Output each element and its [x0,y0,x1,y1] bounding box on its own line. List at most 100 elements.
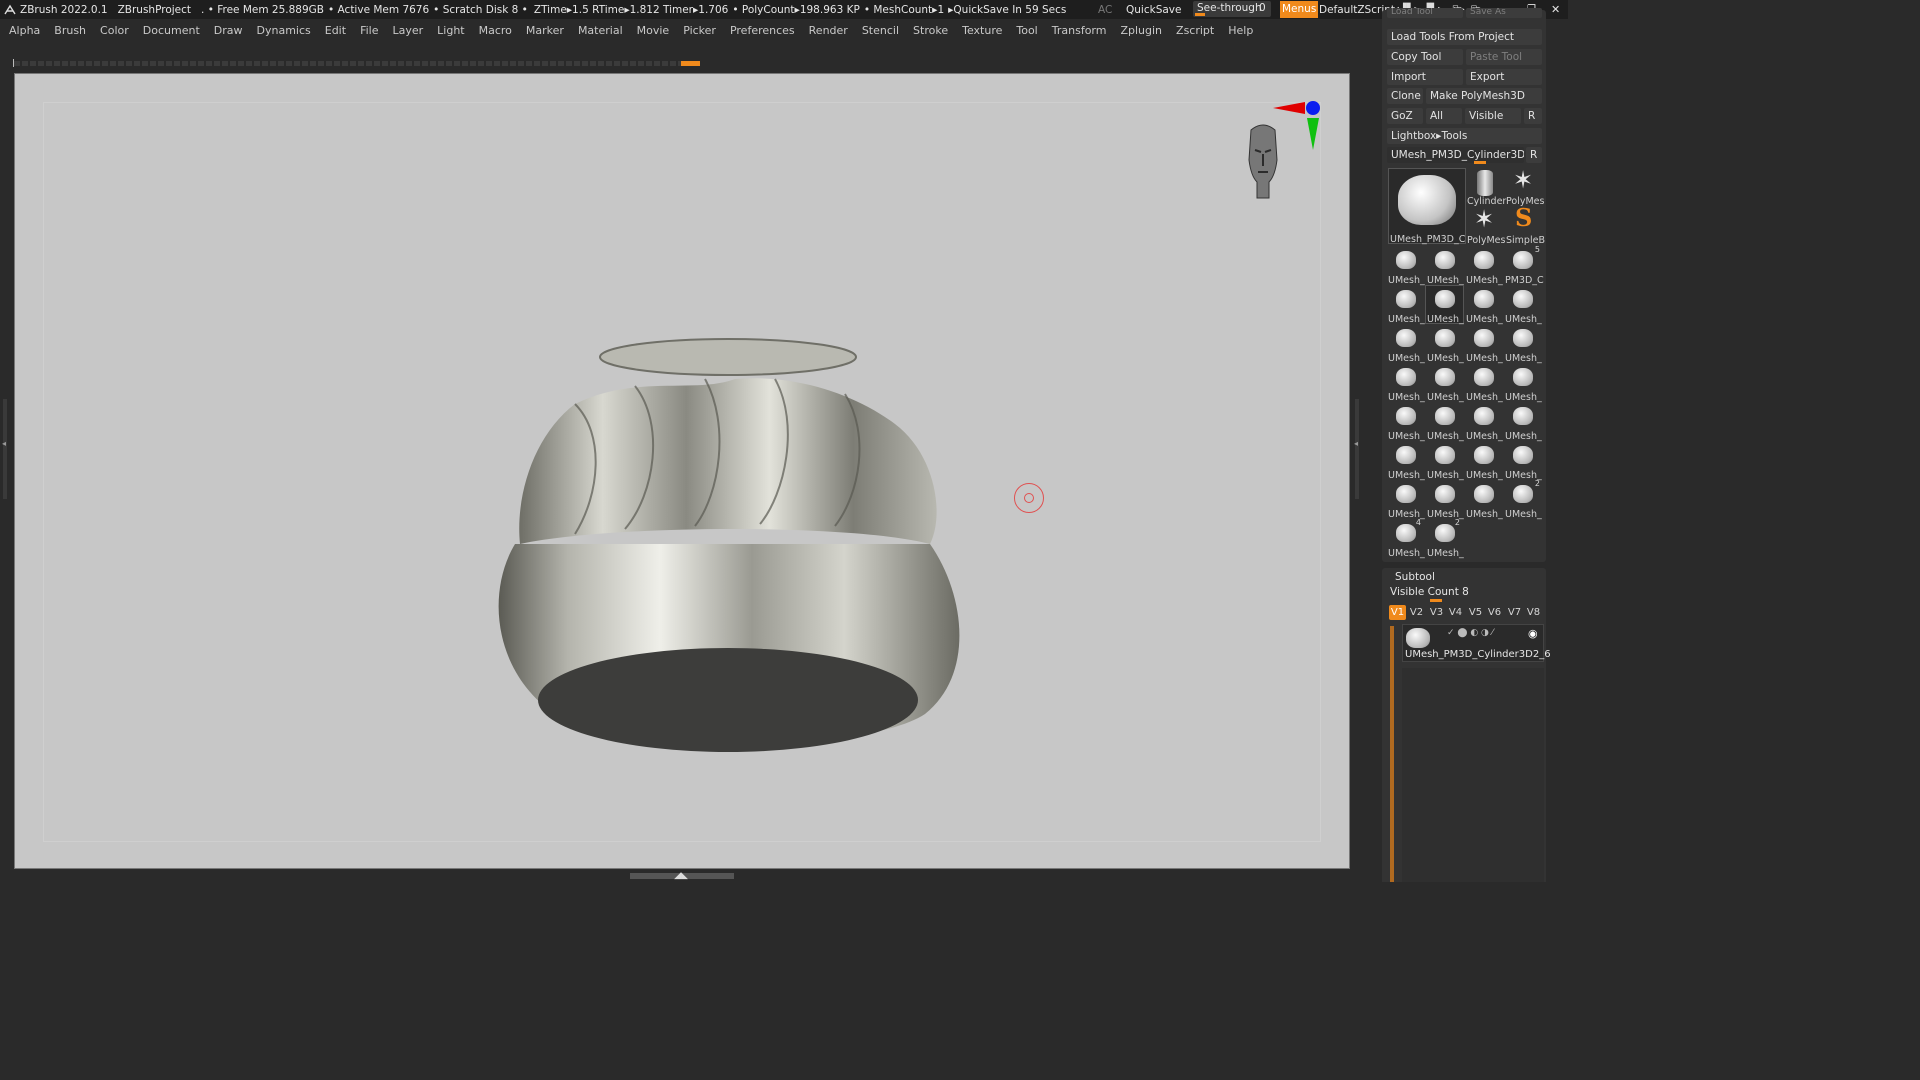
menu-alpha[interactable]: Alpha [0,24,47,37]
tool-thumb[interactable]: UMesh_ [1387,286,1425,325]
current-tool-name[interactable]: UMesh_PM3D_Cylinder3D2_6 [1387,147,1524,163]
tool-thumb[interactable]: UMesh_ [1387,442,1425,481]
see-through-slider[interactable]: See-through 0 [1193,1,1271,17]
menu-edit[interactable]: Edit [318,24,353,37]
eye-visibility-icon[interactable]: ◉ [1528,627,1538,640]
close-icon[interactable]: ✕ [1551,3,1560,16]
goz-all-button[interactable]: All [1426,108,1462,124]
save-as-button[interactable]: Save As [1466,8,1542,18]
menu-transform[interactable]: Transform [1045,24,1114,37]
tool-thumb[interactable]: UMesh_ [1504,286,1542,325]
tool-thumb[interactable]: UMesh_ [1387,481,1425,520]
menu-document[interactable]: Document [136,24,207,37]
tool-thumb-cylinder[interactable]: Cylinder [1466,168,1506,207]
clone-button[interactable]: Clone [1387,88,1423,104]
tab-v5[interactable]: V5 [1467,605,1484,620]
import-button[interactable]: Import [1387,69,1463,85]
menu-texture[interactable]: Texture [955,24,1009,37]
lightbox-tools-button[interactable]: Lightbox▸Tools [1387,128,1542,144]
tool-thumb[interactable]: UMesh_ [1387,325,1425,364]
tool-thumb[interactable]: UMesh_ [1426,247,1464,286]
left-tray-handle[interactable] [3,399,7,499]
tool-thumb[interactable]: UMesh_ [1465,325,1503,364]
tool-thumb[interactable]: UMesh_ [1504,325,1542,364]
tool-thumb-polymesh-star[interactable]: ✶ PolyMes [1505,166,1544,207]
tool-thumb[interactable]: UMesh_ [1465,247,1503,286]
project-name[interactable]: ZBrushProject [118,4,191,16]
tool-thumb[interactable]: UMesh_ [1465,403,1503,442]
subtool-item[interactable]: ✓ ⬤ ◐ ◑ ⁄ ◉ UMesh_PM3D_Cylinder3D2_6 [1402,624,1551,662]
menu-layer[interactable]: Layer [385,24,430,37]
axis-gizmo-icon[interactable] [1271,98,1321,152]
tool-thumb[interactable]: UMesh_ [1504,364,1542,403]
load-tools-from-project-button[interactable]: Load Tools From Project [1387,29,1542,45]
vase-model[interactable] [15,74,1349,868]
left-tray[interactable]: ◂ [0,73,12,869]
tab-v8[interactable]: V8 [1525,605,1542,620]
menu-render[interactable]: Render [802,24,855,37]
load-tool-button[interactable]: Load Tool [1387,8,1463,18]
menu-macro[interactable]: Macro [472,24,519,37]
menu-marker[interactable]: Marker [519,24,571,37]
tool-thumb-simplebrush[interactable]: S SimpleB [1505,203,1545,246]
menu-light[interactable]: Light [430,24,471,37]
timeline-track[interactable] [14,61,684,66]
make-polymesh3d-button[interactable]: Make PolyMesh3D [1426,88,1542,104]
right-tray-handle[interactable] [1355,399,1359,499]
copy-tool-button[interactable]: Copy Tool [1387,49,1463,65]
menu-movie[interactable]: Movie [630,24,677,37]
document-canvas[interactable] [14,73,1350,869]
right-tray[interactable]: ◂ [1352,73,1366,869]
tab-v7[interactable]: V7 [1506,605,1523,620]
timeline-marker[interactable] [681,61,700,66]
goz-button[interactable]: GoZ [1387,108,1423,124]
menu-material[interactable]: Material [571,24,630,37]
current-tool-thumbnail[interactable]: UMesh_PM3D_C [1388,168,1466,245]
tool-thumb[interactable]: UMesh_ [1465,442,1503,481]
menu-draw[interactable]: Draw [207,24,250,37]
tool-thumb[interactable]: UMesh_ [1426,325,1464,364]
tool-thumb[interactable]: 4 UMesh_ [1387,518,1425,559]
menu-brush[interactable]: Brush [47,24,93,37]
tab-v3[interactable]: V3 [1428,605,1445,620]
tool-thumb[interactable]: UMesh_ [1387,247,1425,286]
menu-help[interactable]: Help [1221,24,1260,37]
menu-color[interactable]: Color [93,24,136,37]
menu-tool[interactable]: Tool [1009,24,1044,37]
tool-thumb[interactable]: UMesh_ [1504,442,1542,481]
menus-button[interactable]: Menus [1280,1,1319,18]
tool-thumb[interactable]: UMesh_ [1465,286,1503,325]
tool-thumb[interactable]: UMesh_ [1426,403,1464,442]
goz-visible-button[interactable]: Visible [1465,108,1521,124]
quicksave-button[interactable]: QuickSave [1126,4,1181,16]
current-tool-r-button[interactable]: R [1526,147,1542,163]
subtool-scrollbar[interactable] [1390,626,1394,882]
tool-thumb[interactable]: UMesh_ [1465,481,1503,520]
tab-v2[interactable]: V2 [1408,605,1425,620]
goz-r-button[interactable]: R [1524,108,1542,124]
menu-stencil[interactable]: Stencil [855,24,906,37]
tool-thumb[interactable]: UMesh_ [1387,403,1425,442]
ac-toggle[interactable]: AC [1098,4,1112,16]
paste-tool-button[interactable]: Paste Tool [1466,49,1542,65]
export-button[interactable]: Export [1466,69,1542,85]
menu-dynamics[interactable]: Dynamics [250,24,318,37]
menu-zscript[interactable]: Zscript [1169,24,1221,37]
tool-thumb[interactable]: 2 UMesh_ [1504,479,1542,520]
tool-thumb[interactable]: 5 PM3D_C [1504,245,1544,286]
bottom-tray-arrow-icon[interactable]: ◢◣ [672,872,690,881]
tool-thumb[interactable]: UMesh_ [1426,364,1464,403]
subtool-flags-icons[interactable]: ✓ ⬤ ◐ ◑ ⁄ [1447,628,1493,638]
tab-v6[interactable]: V6 [1486,605,1503,620]
tool-thumb-polymesh-star2[interactable]: ✶ PolyMes [1466,205,1505,246]
tool-thumb[interactable]: UMesh_ [1426,442,1464,481]
tab-v4[interactable]: V4 [1447,605,1464,620]
tool-thumb-selected[interactable]: UMesh_ [1425,285,1464,325]
tool-thumb[interactable]: 2 UMesh_ [1426,518,1464,559]
tool-thumb[interactable]: UMesh_ [1426,481,1464,520]
menu-picker[interactable]: Picker [676,24,723,37]
menu-file[interactable]: File [353,24,385,37]
tab-v1[interactable]: V1 [1389,605,1406,620]
tool-thumb[interactable]: UMesh_ [1387,364,1425,403]
tool-thumb[interactable]: UMesh_ [1504,403,1542,442]
